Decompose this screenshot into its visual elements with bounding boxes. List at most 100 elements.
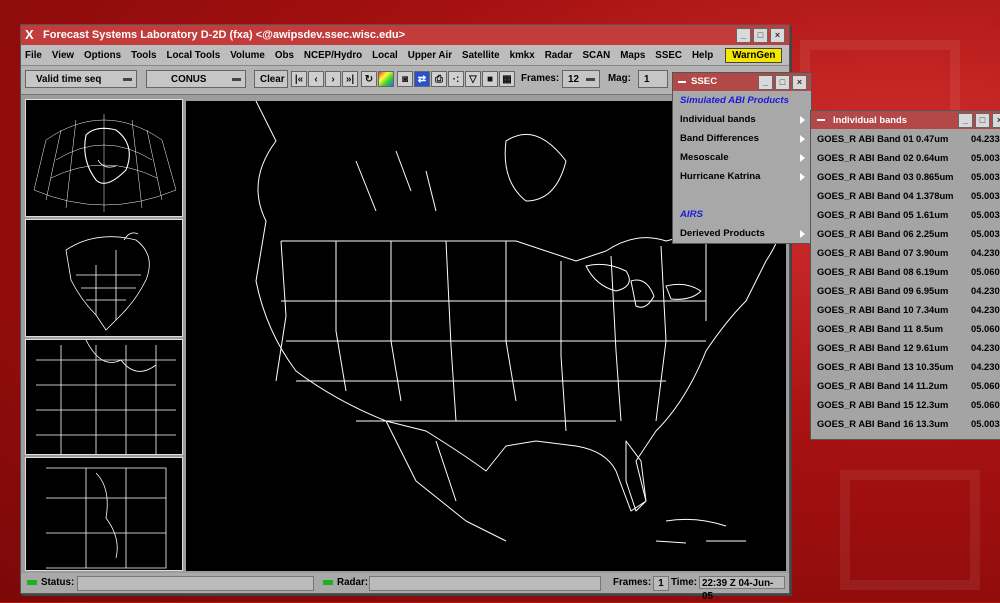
swap-icon[interactable]: ⇄ [414, 71, 430, 87]
menu-ncep-hydro[interactable]: NCEP/Hydro [304, 50, 362, 61]
submenu-arrow-icon [800, 230, 805, 238]
thumbnail-pane-4[interactable] [25, 457, 183, 571]
thumbnail-pane-3[interactable] [25, 339, 183, 455]
color-icon[interactable] [378, 71, 394, 87]
radar-field[interactable] [369, 576, 601, 591]
band-wavelength: 3.90um [916, 247, 949, 258]
ssec-menu-item[interactable]: AIRS [673, 205, 811, 224]
menu-view[interactable]: View [52, 50, 74, 61]
thumbnail-pane-1[interactable] [25, 99, 183, 217]
band-menu-item[interactable]: GOES_R ABI Band 073.90um 04.2300 [811, 243, 1000, 262]
ssec-menu-item[interactable]: Band Differences [673, 129, 811, 148]
ssec-menu-item[interactable]: Mesoscale [673, 148, 811, 167]
band-time: 04.2300 [971, 247, 1000, 258]
window-title-bar[interactable]: X Forecast Systems Laboratory D-2D (fxa)… [21, 25, 789, 45]
four-panel-icon[interactable]: ▦ [499, 71, 515, 87]
ssec-menu-title-bar[interactable]: SSEC _ □ × [673, 73, 811, 91]
menu-satellite[interactable]: Satellite [462, 50, 500, 61]
band-wavelength: 8.5um [916, 323, 944, 334]
maximize-icon[interactable]: □ [753, 28, 768, 43]
cursor-icon[interactable]: ·: [448, 71, 464, 87]
menu-maps[interactable]: Maps [620, 50, 645, 61]
next-frame-icon[interactable]: › [325, 71, 341, 87]
bands-menu-title-bar[interactable]: Individual bands _ □ × [811, 111, 1000, 129]
bands-menu-title: Individual bands [833, 114, 907, 125]
band-name: GOES_R ABI Band 02 [817, 152, 914, 163]
band-menu-item[interactable]: GOES_R ABI Band 129.61um 04.2300 [811, 338, 1000, 357]
menu-kmkx[interactable]: kmkx [510, 50, 535, 61]
band-menu-item[interactable]: GOES_R ABI Band 107.34um 04.2300 [811, 300, 1000, 319]
band-menu-item[interactable]: GOES_R ABI Band 096.95um 04.2300 [811, 281, 1000, 300]
band-time: 05.0030 [971, 228, 1000, 239]
band-wavelength: 10.35um [916, 361, 954, 372]
time-value: 22:39 Z 04-Jun-05 [699, 576, 785, 602]
menu-local[interactable]: Local [372, 50, 398, 61]
band-time: 05.0030 [971, 152, 1000, 163]
scale-select[interactable]: CONUS [146, 70, 246, 88]
single-panel-icon[interactable]: ■ [482, 71, 498, 87]
menu-obs[interactable]: Obs [275, 50, 294, 61]
menu-radar[interactable]: Radar [545, 50, 573, 61]
ssec-menu-item[interactable]: Individual bands [673, 110, 811, 129]
minimize-icon[interactable]: _ [958, 113, 973, 128]
ssec-menu-item-label: Mesoscale [680, 152, 729, 163]
prev-frame-icon[interactable]: ‹ [308, 71, 324, 87]
menu-help[interactable]: Help [692, 50, 713, 61]
maximize-icon[interactable]: □ [975, 113, 990, 128]
band-wavelength: 0.865um [916, 171, 954, 182]
menu-tools[interactable]: Tools [131, 50, 156, 61]
minimize-icon[interactable]: _ [758, 75, 773, 90]
clear-button[interactable]: Clear [254, 70, 288, 88]
band-menu-item[interactable]: GOES_R ABI Band 1310.35um 04.2300 [811, 357, 1000, 376]
menu-volume[interactable]: Volume [230, 50, 265, 61]
time-sequence-value: Valid time seq [36, 74, 102, 85]
ssec-menu-title: SSEC [691, 76, 718, 87]
menu-local-tools[interactable]: Local Tools [166, 50, 220, 61]
menu-dash-icon [678, 81, 686, 83]
band-menu-item[interactable]: GOES_R ABI Band 1411.2um 05.0600 [811, 376, 1000, 395]
band-name: GOES_R ABI Band 10 [817, 304, 914, 315]
band-name: GOES_R ABI Band 13 [817, 361, 914, 372]
close-icon[interactable]: × [792, 75, 807, 90]
ssec-menu-item[interactable]: Simulated ABI Products [673, 91, 811, 110]
thumbnail-pane-2[interactable] [25, 219, 183, 337]
last-frame-icon[interactable]: »| [342, 71, 358, 87]
status-field[interactable] [77, 576, 314, 591]
menu-options[interactable]: Options [84, 50, 121, 61]
warngen-button[interactable]: WarnGen [725, 47, 783, 63]
time-sequence-select[interactable]: Valid time seq [25, 70, 137, 88]
band-menu-item[interactable]: GOES_R ABI Band 041.378um 05.0030 [811, 186, 1000, 205]
loop-icon[interactable]: ↻ [361, 71, 377, 87]
band-menu-item[interactable]: GOES_R ABI Band 020.64um 05.0030 [811, 148, 1000, 167]
ssec-menu-item[interactable]: Derieved Products [673, 224, 811, 243]
band-menu-item[interactable]: GOES_R ABI Band 030.865um 05.0030 [811, 167, 1000, 186]
individual-bands-menu: Individual bands _ □ × GOES_R ABI Band 0… [810, 110, 1000, 440]
menu-upper-air[interactable]: Upper Air [408, 50, 452, 61]
band-menu-item[interactable]: GOES_R ABI Band 1613.3um 05.0030 [811, 414, 1000, 433]
band-menu-item[interactable]: GOES_R ABI Band 086.19um 05.0600 [811, 262, 1000, 281]
menu-ssec[interactable]: SSEC [655, 50, 682, 61]
menu-file[interactable]: File [25, 50, 42, 61]
frames-select[interactable]: 12 [562, 70, 600, 88]
band-menu-item[interactable]: GOES_R ABI Band 062.25um 05.0030 [811, 224, 1000, 243]
maximize-icon[interactable]: □ [775, 75, 790, 90]
close-icon[interactable]: × [770, 28, 785, 43]
close-icon[interactable]: × [992, 113, 1000, 128]
band-name: GOES_R ABI Band 14 [817, 380, 914, 391]
mag-select[interactable]: 1 [638, 70, 668, 88]
ssec-menu-item[interactable]: Hurricane Katrina [673, 167, 811, 186]
band-name: GOES_R ABI Band 09 [817, 285, 914, 296]
band-menu-item[interactable]: GOES_R ABI Band 051.61um 05.0030 [811, 205, 1000, 224]
band-menu-item[interactable]: GOES_R ABI Band 118.5um 05.0600 [811, 319, 1000, 338]
zoom-icon[interactable]: ◙ [397, 71, 413, 87]
first-frame-icon[interactable]: |« [291, 71, 307, 87]
minimize-icon[interactable]: _ [736, 28, 751, 43]
band-name: GOES_R ABI Band 01 [817, 133, 914, 144]
band-menu-item[interactable]: GOES_R ABI Band 010.47um 04.2330 [811, 129, 1000, 148]
pan-icon[interactable]: ▽ [465, 71, 481, 87]
ssec-menu-item-label: Simulated ABI Products [680, 95, 789, 106]
print-icon[interactable]: ⎙ [431, 71, 447, 87]
band-menu-item[interactable]: GOES_R ABI Band 1512.3um 05.0600 [811, 395, 1000, 414]
menu-scan[interactable]: SCAN [582, 50, 610, 61]
ssec-menu-item [673, 186, 811, 205]
